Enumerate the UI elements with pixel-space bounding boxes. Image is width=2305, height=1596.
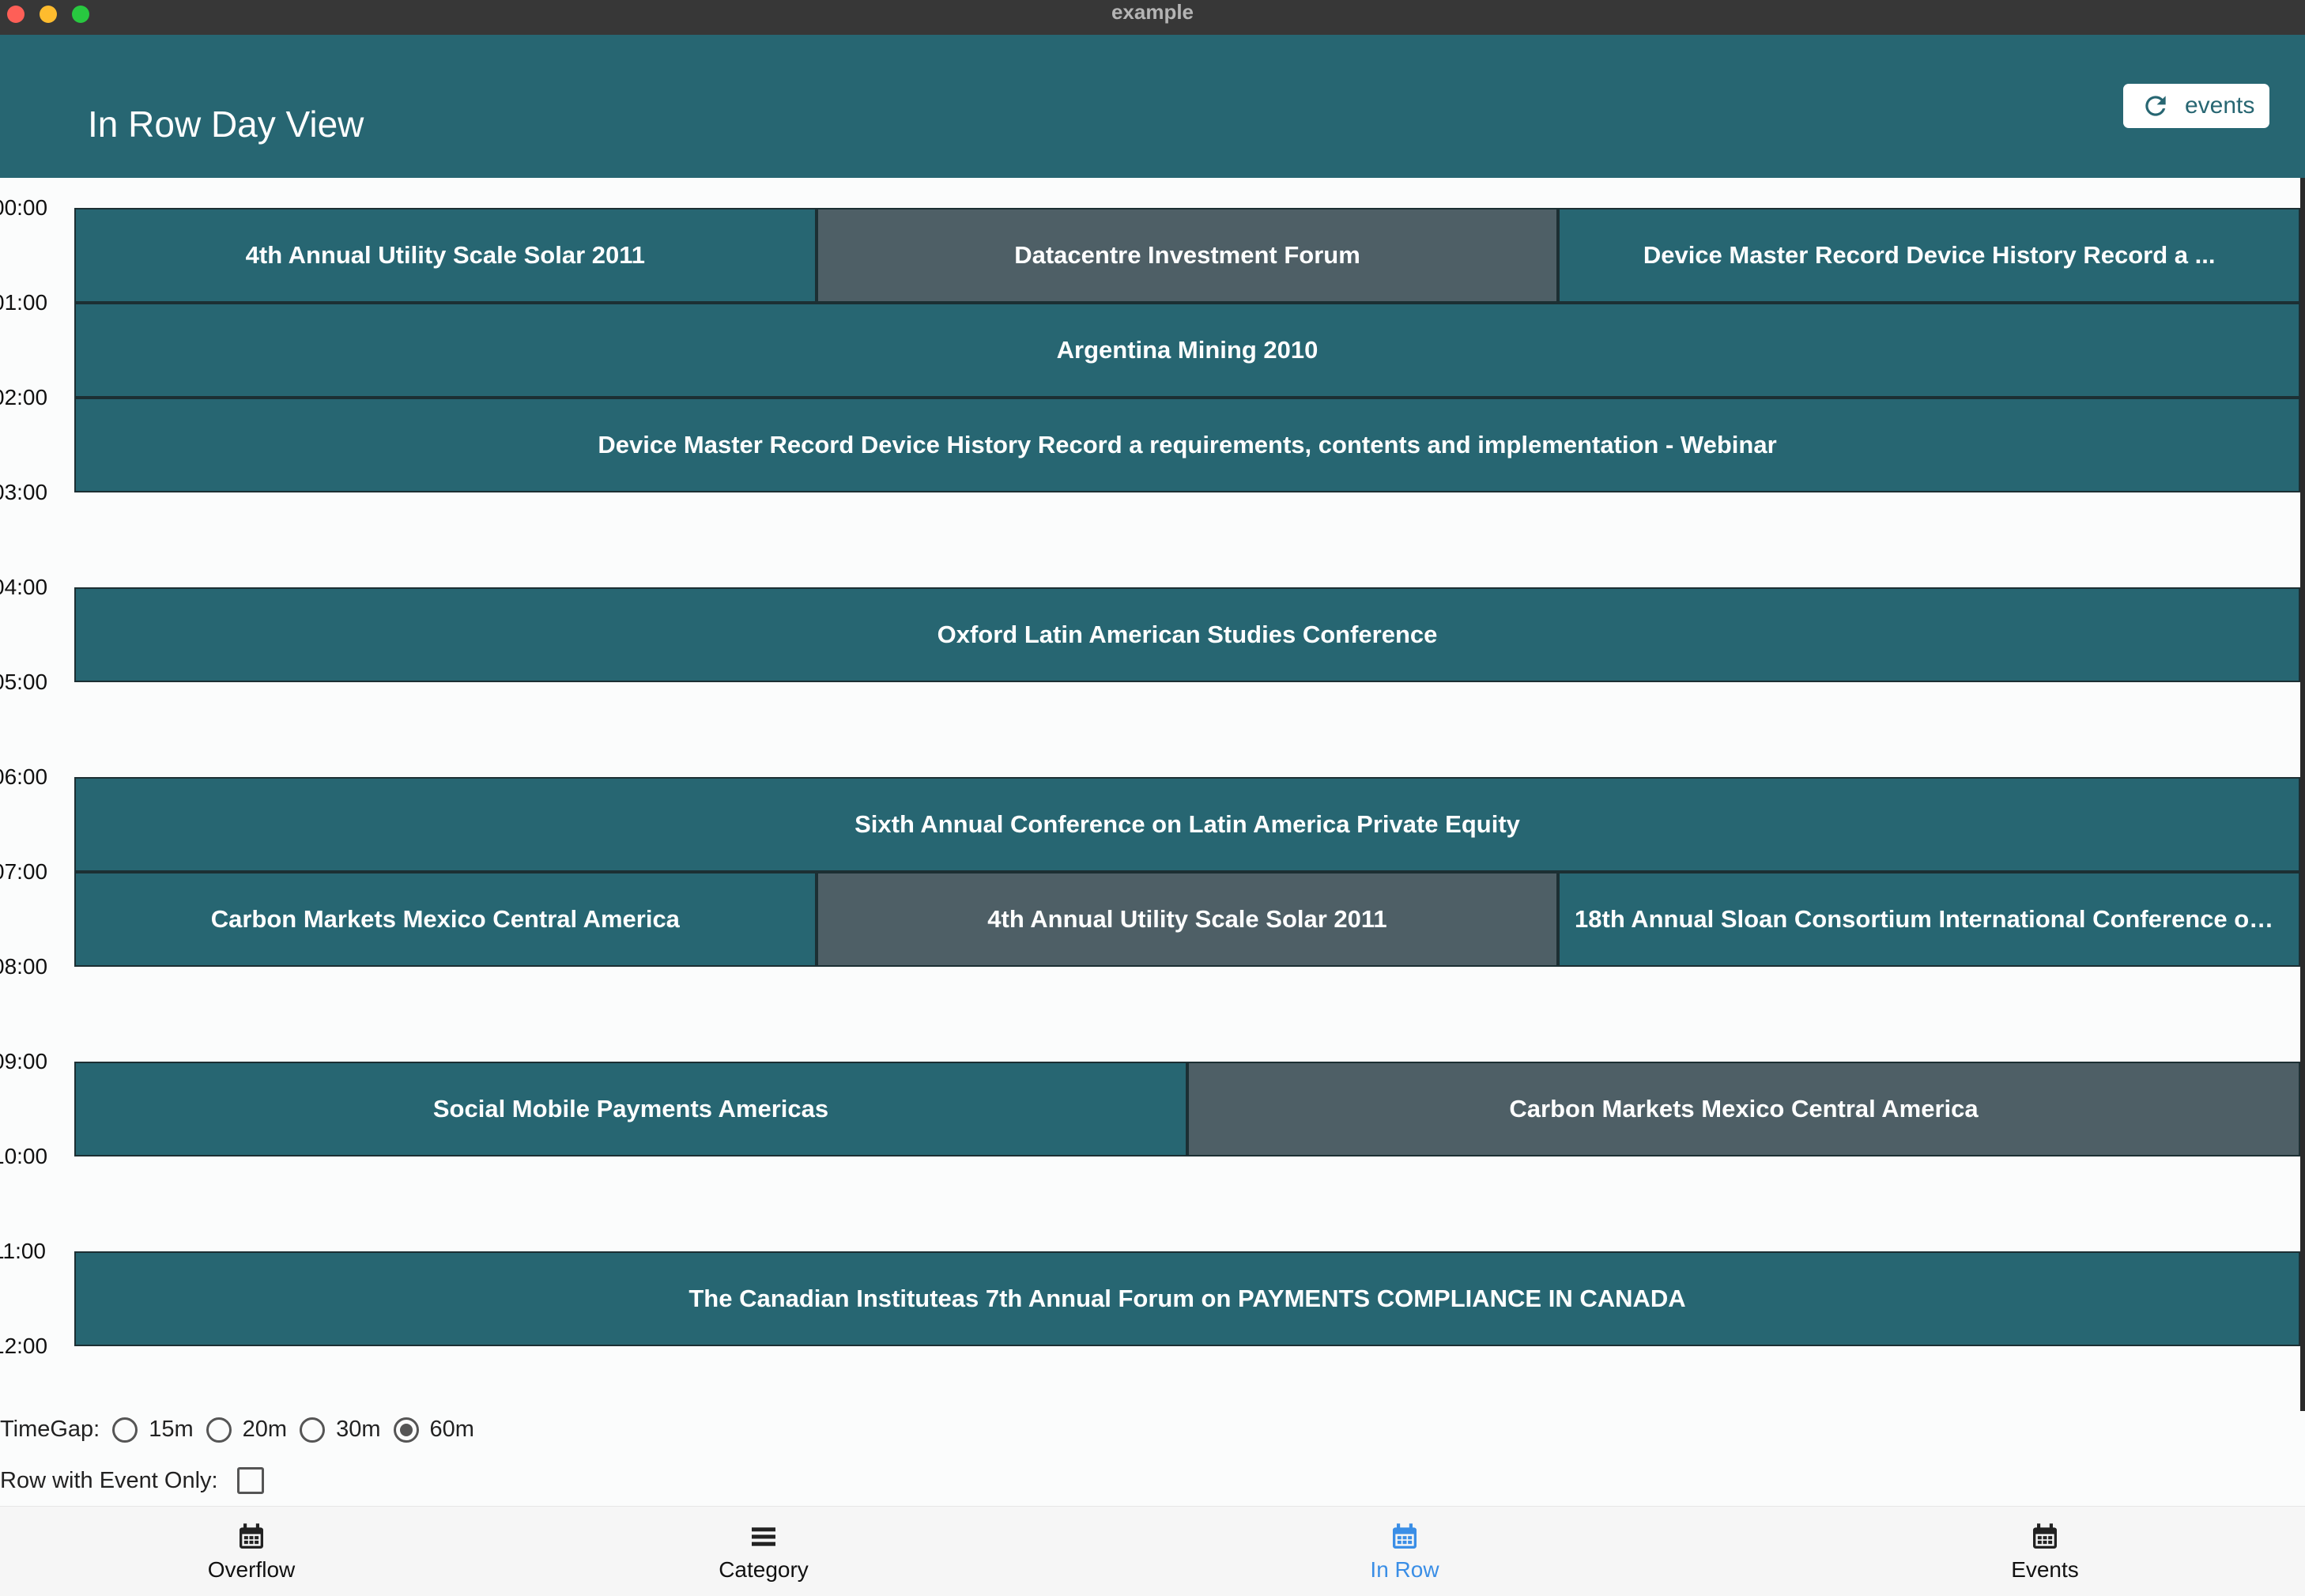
day-timeline: 00:00 01:00 02:00 03:00 04:00 05:00 06:00 07:00… [0, 178, 2305, 1411]
refresh-events-button[interactable]: events [2123, 84, 2269, 128]
event-title: Oxford Latin American Studies Conference [937, 621, 1438, 648]
window-title: example [1111, 0, 1194, 24]
row-event-only-toggle: Row with Event Only: [0, 1467, 264, 1494]
event-title: The Canadian Instituteas 7th Annual Foru… [688, 1285, 1686, 1312]
time-label: 10:00 [0, 1144, 48, 1168]
timegap-option-label: 30m [336, 1417, 381, 1442]
event-title: 18th Annual Sloan Consortium Internation… [1575, 905, 2284, 933]
time-label: 11:00 [0, 1239, 46, 1263]
event-block[interactable]: The Canadian Instituteas 7th Annual Foru… [74, 1251, 2300, 1346]
time-label: 05:00 [0, 670, 48, 694]
event-block[interactable]: Social Mobile Payments Americas [74, 1062, 1187, 1156]
event-title: 4th Annual Utility Scale Solar 2011 [245, 241, 646, 269]
time-label: 03:00 [0, 480, 48, 504]
nav-item-events[interactable]: Events [1950, 1521, 2140, 1583]
event-title: Device Master Record Device History Reco… [1643, 241, 2216, 269]
calendar-icon [240, 1523, 263, 1549]
calendar-icon [2033, 1523, 2057, 1549]
refresh-events-label: events [2185, 92, 2255, 119]
event-block[interactable]: Sixth Annual Conference on Latin America… [74, 777, 2300, 872]
nav-item-category[interactable]: Category [669, 1521, 858, 1583]
event-block[interactable]: Carbon Markets Mexico Central America [1187, 1062, 2300, 1156]
time-label: 12:00 [0, 1334, 48, 1358]
event-block[interactable]: Argentina Mining 2010 [74, 303, 2300, 398]
timegap-radio-15m[interactable] [112, 1417, 138, 1443]
timegap-option-label: 20m [242, 1417, 288, 1442]
event-block[interactable]: Datacentre Investment Forum [816, 208, 1559, 303]
time-label: 06:00 [0, 764, 48, 789]
event-block[interactable]: Oxford Latin American Studies Conference [74, 587, 2300, 682]
event-block[interactable]: 4th Annual Utility Scale Solar 2011 [74, 208, 817, 303]
nav-label-category: Category [719, 1557, 809, 1582]
menu-icon [752, 1527, 775, 1546]
event-title: Carbon Markets Mexico Central America [1509, 1095, 1979, 1122]
event-block[interactable]: Device Master Record Device History Reco… [74, 398, 2300, 492]
event-title: 4th Annual Utility Scale Solar 2011 [987, 905, 1387, 933]
time-label: 01:00 [0, 290, 48, 315]
event-title: Carbon Markets Mexico Central America [210, 905, 680, 933]
event-title: Sixth Annual Conference on Latin America… [854, 810, 1520, 838]
nav-label-overflow: Overflow [207, 1557, 296, 1582]
timegap-radio-30m[interactable] [300, 1417, 326, 1443]
event-title: Datacentre Investment Forum [1014, 241, 1360, 269]
page-title: In Row Day View [88, 104, 364, 145]
timegap-radio-60m[interactable] [393, 1417, 419, 1443]
time-label: 00:00 [0, 195, 48, 220]
time-label: 04:00 [0, 575, 48, 599]
timegap-radio-20m[interactable] [206, 1417, 232, 1443]
timegap-option-label: 60m [429, 1417, 474, 1442]
event-block[interactable]: 18th Annual Sloan Consortium Internation… [1558, 872, 2300, 967]
event-title: Argentina Mining 2010 [1056, 336, 1318, 364]
time-label: 09:00 [0, 1049, 48, 1073]
time-label: 07:00 [0, 859, 48, 884]
event-block[interactable]: Device Master Record Device History Reco… [1558, 208, 2300, 303]
row-event-only-checkbox[interactable] [236, 1467, 264, 1494]
event-title: Social Mobile Payments Americas [432, 1095, 829, 1122]
bottom-navigation: Overflow Category In Row Events [0, 1506, 2305, 1596]
nav-label-in-row: In Row [1370, 1557, 1439, 1582]
nav-item-overflow[interactable]: Overflow [157, 1521, 346, 1583]
event-block[interactable]: 4th Annual Utility Scale Solar 2011 [816, 872, 1559, 967]
nav-label-events: Events [2011, 1557, 2079, 1582]
timegap-option-label: 15m [149, 1417, 194, 1442]
timegap-selector: TimeGap: 15m 20m 30m 60m [0, 1417, 474, 1443]
timeline-scrollbar[interactable] [2300, 178, 2305, 1411]
row-event-only-label: Row with Event Only: [0, 1467, 218, 1493]
refresh-icon [2145, 96, 2166, 116]
event-block[interactable]: Carbon Markets Mexico Central America [74, 872, 817, 967]
window-titlebar: example [0, 0, 2305, 35]
timegap-label: TimeGap: [0, 1417, 100, 1442]
time-label: 08:00 [0, 954, 48, 979]
calendar-icon [1393, 1523, 1417, 1549]
event-title: Device Master Record Device History Reco… [598, 431, 1777, 458]
time-label: 02:00 [0, 385, 48, 409]
nav-item-in-row[interactable]: In Row [1310, 1521, 1500, 1583]
